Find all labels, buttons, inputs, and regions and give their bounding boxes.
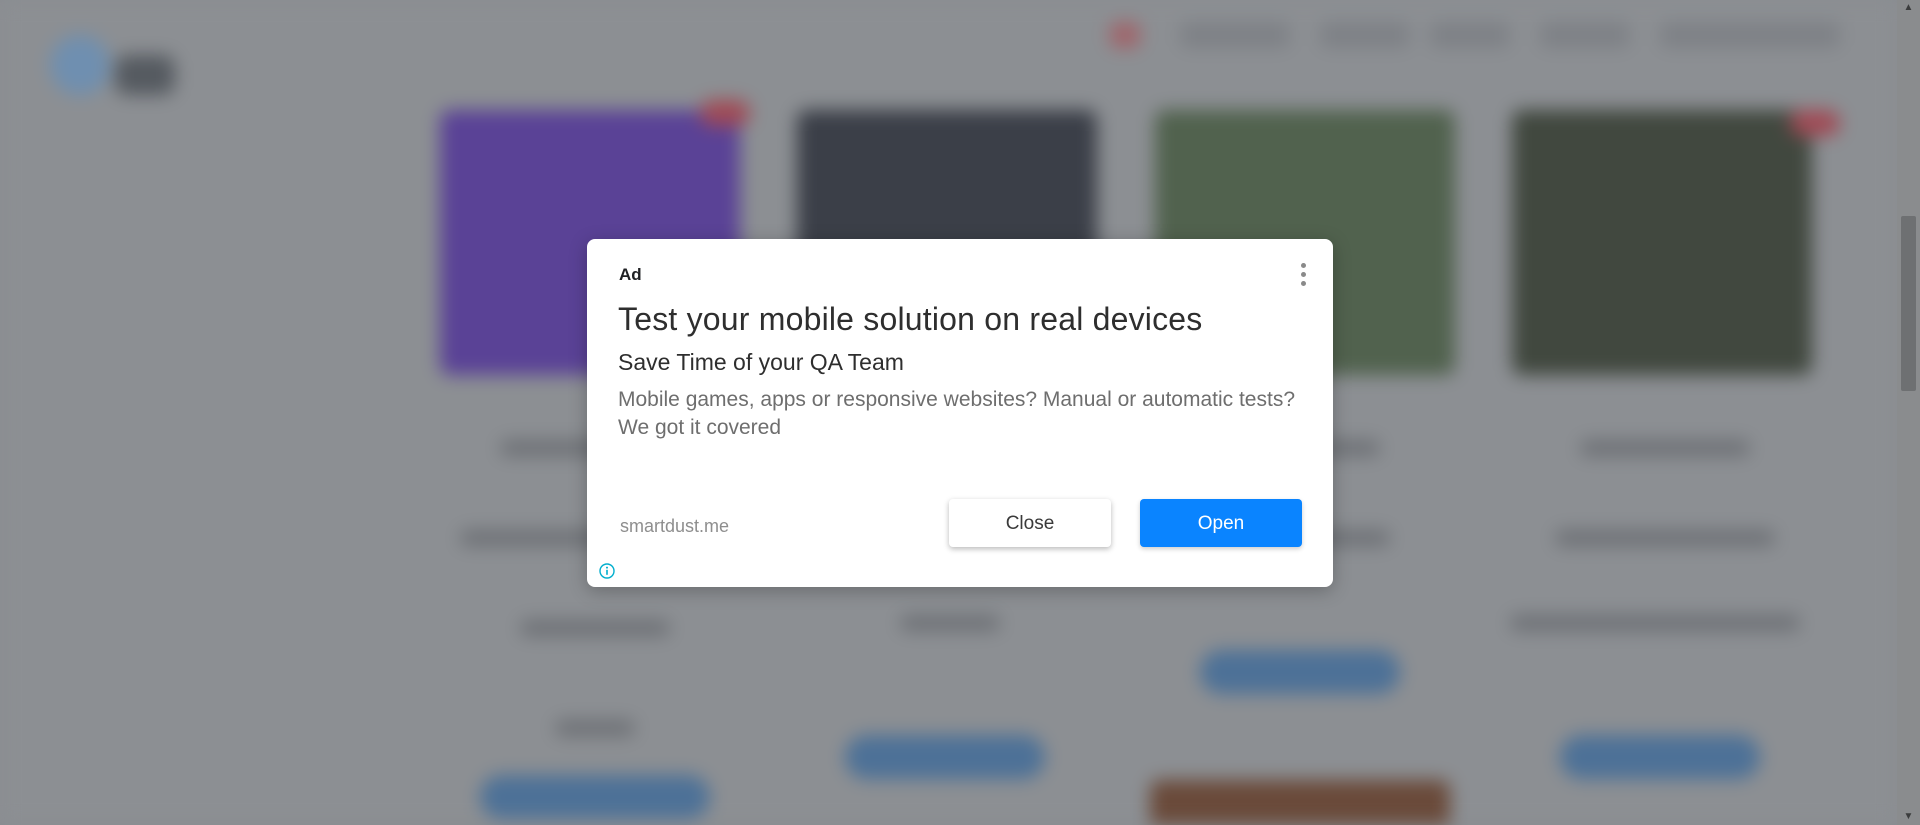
- nav-item: [1660, 22, 1840, 48]
- card-text: [1555, 530, 1775, 546]
- card-text: [555, 720, 635, 736]
- nav-item: [1430, 22, 1510, 48]
- scrollbar-thumb[interactable]: [1901, 216, 1916, 391]
- scroll-up-arrow-icon[interactable]: ▲: [1897, 0, 1920, 16]
- more-vert-icon[interactable]: [1299, 261, 1307, 289]
- card-title: [1580, 440, 1750, 456]
- ad-headline[interactable]: Test your mobile solution on real device…: [618, 301, 1203, 338]
- card-text: [520, 620, 670, 636]
- site-logo: [40, 30, 190, 100]
- ad-label: Ad: [619, 265, 642, 284]
- nav-item: [1110, 22, 1140, 48]
- card-button: [1560, 735, 1760, 779]
- card-button: [480, 775, 710, 819]
- ad-subheadline: Save Time of your QA Team: [618, 349, 904, 375]
- card-button: [845, 735, 1045, 779]
- game-card-image: [1512, 110, 1812, 375]
- game-card-image: [1150, 780, 1450, 825]
- ad-description: Mobile games, apps or responsive website…: [618, 388, 1296, 439]
- badge: [1790, 110, 1840, 136]
- nav-item: [1180, 22, 1290, 48]
- card-text: [1510, 615, 1800, 631]
- info-icon[interactable]: [599, 563, 615, 579]
- nav-item: [1540, 22, 1630, 48]
- badge: [700, 100, 750, 126]
- nav-item: [1320, 22, 1410, 48]
- card-text: [900, 615, 1000, 631]
- close-button[interactable]: Close: [949, 499, 1111, 547]
- card-button: [1200, 650, 1400, 694]
- scroll-down-arrow-icon[interactable]: ▼: [1897, 809, 1920, 825]
- page-scrollbar[interactable]: ▲ ▼: [1897, 0, 1920, 825]
- ad-dialog: Ad Test your mobile solution on real dev…: [587, 239, 1333, 587]
- ad-domain[interactable]: smartdust.me: [620, 516, 729, 537]
- open-button[interactable]: Open: [1140, 499, 1302, 547]
